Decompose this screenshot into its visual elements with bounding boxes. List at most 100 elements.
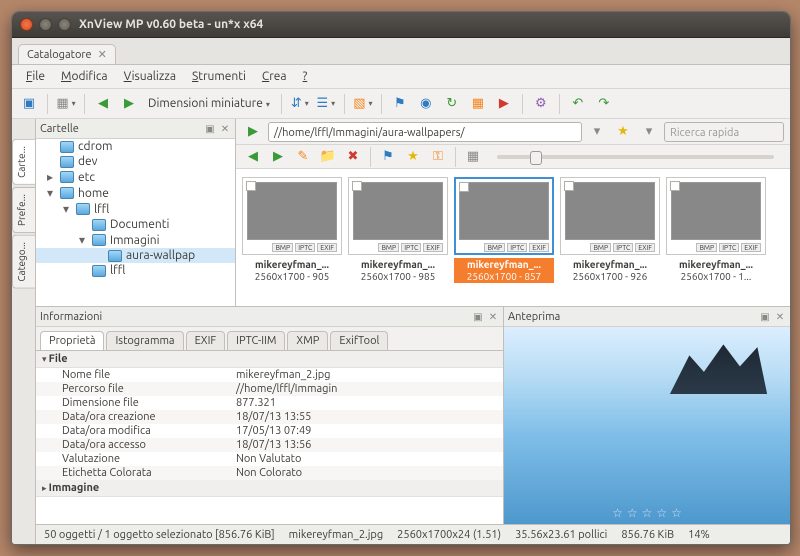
preview-image[interactable]: ☆☆☆☆☆ — [504, 327, 790, 524]
star-icon[interactable]: ★ — [612, 121, 634, 143]
star-icon[interactable]: ☆ — [627, 506, 638, 520]
property-list[interactable]: FileNome filemikereyfman_2.jpgPercorso f… — [36, 351, 503, 524]
menu-help[interactable]: ? — [297, 68, 314, 85]
info-tab-iptc-iim[interactable]: IPTC-IIM — [227, 331, 285, 350]
undock-icon[interactable]: ▣ — [204, 123, 216, 135]
nav-back-icon[interactable]: ◀ — [92, 93, 114, 115]
thumb-zoom-slider[interactable] — [497, 155, 774, 159]
undock-icon[interactable]: ▣ — [759, 311, 771, 323]
info-tab-istogramma[interactable]: Istogramma — [106, 331, 183, 350]
slideshow-icon[interactable]: ▶ — [493, 93, 515, 115]
star-icon[interactable]: ☆ — [612, 506, 623, 520]
batch-icon[interactable]: ▦ — [467, 93, 489, 115]
thumb-checkbox[interactable] — [352, 181, 362, 191]
thumbnail-item[interactable]: BMPIPTCEXIFmikereyfman_...2560x1700 - 92… — [560, 177, 660, 298]
gear-icon[interactable]: ⚙ — [530, 93, 552, 115]
convert-icon[interactable]: ↻ — [441, 93, 463, 115]
side-tab-categories[interactable]: Catego... — [12, 235, 35, 289]
tree-item[interactable]: etc — [78, 171, 95, 184]
rate-icon[interactable]: ★ — [402, 146, 424, 168]
bottom-panels: Informazioni ▣ ✕ ProprietàIstogrammaEXIF… — [36, 306, 790, 524]
thumb-checkbox[interactable] — [246, 181, 256, 191]
info-tab-exif[interactable]: EXIF — [186, 331, 226, 350]
prev-icon[interactable]: ◀ — [242, 146, 264, 168]
thumbnail-item[interactable]: BMPIPTCEXIFmikereyfman_...2560x1700 - 98… — [348, 177, 448, 298]
chevron-down-icon[interactable]: ▾ — [638, 121, 660, 143]
star-icon[interactable]: ☆ — [671, 506, 682, 520]
path-input[interactable]: //home/lffl/Immagini/aura-wallpapers/ — [268, 122, 582, 142]
folder-tree[interactable]: cdrom dev ▸etc ▾home ▾lffl Documenti ▾Im… — [36, 139, 235, 306]
thumb-caption: mikereyfman_...2560x1700 - 857 — [454, 258, 554, 283]
info-pane-title: Informazioni — [40, 311, 102, 323]
chevron-down-icon[interactable]: ▾ — [586, 121, 608, 143]
side-tab-favorites[interactable]: Prefe... — [12, 187, 35, 233]
go-icon[interactable]: ▶ — [242, 121, 264, 143]
folder-icon — [92, 234, 106, 246]
tree-item[interactable]: Immagini — [110, 234, 160, 247]
tag-icon[interactable]: ⚑ — [389, 93, 411, 115]
close-tab-icon[interactable]: ✕ — [98, 48, 107, 61]
document-tabs: Catalogatore ✕ — [12, 38, 790, 65]
tree-item[interactable]: cdrom — [78, 140, 112, 153]
tree-item[interactable]: dev — [78, 155, 98, 168]
capture-icon[interactable]: ◉ — [415, 93, 437, 115]
new-folder-icon[interactable]: 📁 — [317, 146, 339, 168]
thumb-badges: BMPIPTCEXIF — [565, 243, 655, 252]
side-tab-folders[interactable]: Carte... — [12, 139, 35, 185]
tree-item[interactable]: lffl — [110, 264, 125, 277]
thumbnail-grid[interactable]: BMPIPTCEXIFmikereyfman_...2560x1700 - 90… — [236, 169, 790, 306]
tree-item-selected[interactable]: aura-wallpap — [126, 249, 195, 262]
thumbnail-item[interactable]: BMPIPTCEXIFmikereyfman_...2560x1700 - 85… — [454, 177, 554, 298]
thumb-checkbox[interactable] — [459, 182, 469, 192]
thumbnail-item[interactable]: BMPIPTCEXIFmikereyfman_...2560x1700 - 90… — [242, 177, 342, 298]
view-mode-dropdown[interactable]: ▦ — [55, 93, 77, 115]
rotate-right-icon[interactable]: ↷ — [593, 93, 615, 115]
thumbnail-item[interactable]: BMPIPTCEXIFmikereyfman_...2560x1700 - 1.… — [666, 177, 766, 298]
maximize-icon[interactable] — [58, 18, 71, 31]
tree-item[interactable]: lffl — [94, 203, 109, 216]
filter-dropdown[interactable]: ☰ — [315, 93, 337, 115]
minimize-icon[interactable] — [39, 18, 52, 31]
close-pane-icon[interactable]: ✕ — [487, 311, 499, 323]
sort-dropdown[interactable]: ⇵ — [289, 93, 311, 115]
close-pane-icon[interactable]: ✕ — [774, 311, 786, 323]
prop-value: 18/07/13 13:55 — [236, 411, 503, 423]
menu-view[interactable]: Visualizza — [118, 68, 182, 85]
edit-icon[interactable]: ✎ — [292, 146, 314, 168]
next-icon[interactable]: ▶ — [267, 146, 289, 168]
undock-icon[interactable]: ▣ — [472, 311, 484, 323]
thumb-checkbox[interactable] — [564, 181, 574, 191]
thumb-size-dropdown[interactable]: Dimensioni miniature — [144, 97, 274, 110]
app-window: XnView MP v0.60 beta - un*x x64 Cataloga… — [11, 11, 791, 545]
star-icon[interactable]: ☆ — [642, 506, 653, 520]
rotate-left-icon[interactable]: ↶ — [567, 93, 589, 115]
close-pane-icon[interactable]: ✕ — [219, 123, 231, 135]
menu-edit[interactable]: Modifica — [55, 68, 114, 85]
layout-dropdown[interactable]: ▧ — [352, 93, 374, 115]
tag-blue-icon[interactable]: ⚑ — [377, 146, 399, 168]
thumb-checkbox[interactable] — [670, 181, 680, 191]
star-icon[interactable]: ☆ — [656, 506, 667, 520]
info-tab-xmp[interactable]: XMP — [287, 331, 328, 350]
folder-pane-title: Cartelle — [40, 123, 79, 135]
prop-group-file[interactable]: File — [36, 351, 503, 368]
grid-icon[interactable]: ▦ — [462, 146, 484, 168]
info-tab-exiftool[interactable]: ExifTool — [330, 331, 388, 350]
info-tab-proprietà[interactable]: Proprietà — [40, 331, 104, 350]
key-icon[interactable]: ⚿ — [427, 146, 449, 168]
close-icon[interactable] — [20, 18, 33, 31]
prop-key: Dimensione file — [36, 397, 236, 409]
thumb-image — [247, 182, 337, 240]
delete-icon[interactable]: ✖ — [342, 146, 364, 168]
menu-create[interactable]: Crea — [256, 68, 293, 85]
fullscreen-icon[interactable]: ▣ — [18, 93, 40, 115]
tree-item[interactable]: Documenti — [110, 218, 169, 231]
prop-group-image[interactable]: Immagine — [36, 480, 503, 497]
tab-catalog[interactable]: Catalogatore ✕ — [18, 44, 116, 64]
rating-stars[interactable]: ☆☆☆☆☆ — [504, 506, 790, 520]
nav-forward-icon[interactable]: ▶ — [118, 93, 140, 115]
search-input[interactable]: Ricerca rapida — [664, 122, 784, 142]
menu-file[interactable]: File — [20, 68, 51, 85]
menu-tools[interactable]: Strumenti — [186, 68, 252, 85]
tree-item[interactable]: home — [78, 187, 109, 200]
